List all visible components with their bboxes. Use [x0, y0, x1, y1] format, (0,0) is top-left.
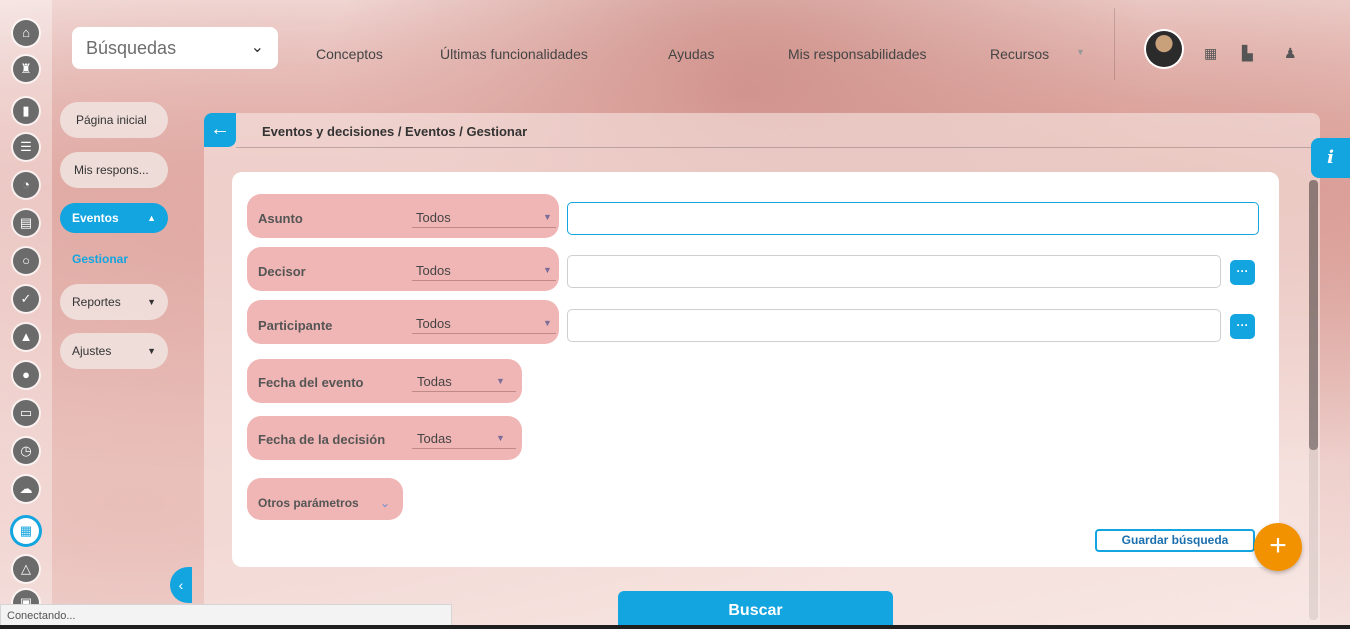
resources-caret-icon[interactable]: ▼: [1076, 47, 1085, 57]
subject-input[interactable]: [567, 202, 1259, 235]
filter-participant-select[interactable]: Todos: [416, 316, 451, 331]
check-icon[interactable]: ✓: [13, 286, 39, 312]
chevron-down-icon[interactable]: ⌄: [380, 496, 390, 510]
search-select-value: Búsquedas: [86, 38, 177, 58]
filter-decider-underline: [412, 280, 556, 281]
map-icon[interactable]: ▙: [1242, 45, 1253, 62]
home-icon[interactable]: ⌂: [13, 20, 39, 46]
filter-decider-label: Decisor: [258, 264, 306, 279]
nav-help[interactable]: Ayudas: [668, 46, 714, 62]
chevron-down-icon[interactable]: ▼: [543, 212, 552, 222]
subnav-responsibilities-label: Mis respons...: [74, 163, 149, 177]
subnav-settings-label: Ajustes: [72, 344, 112, 358]
cycle-icon[interactable]: ○: [13, 248, 39, 274]
subnav-events-label: Eventos: [72, 211, 119, 225]
chevron-down-icon[interactable]: ▼: [496, 376, 505, 386]
calendar-icon[interactable]: ▦: [13, 518, 39, 544]
nav-my-responsibilities[interactable]: Mis responsabilidades: [788, 46, 927, 62]
filter-subject-underline: [412, 227, 556, 228]
top-bar: Búsquedas ⌄ Conceptos Últimas funcionali…: [52, 8, 1350, 80]
filter-event-date-underline: [412, 391, 516, 392]
filter-decision-date-select[interactable]: Todas: [417, 431, 452, 446]
info-button[interactable]: i: [1311, 138, 1350, 178]
save-search-button[interactable]: Guardar búsqueda: [1095, 529, 1255, 552]
toggle-icon[interactable]: ●: [13, 362, 39, 388]
filter-decision-date-underline: [412, 448, 516, 449]
nav-latest-features[interactable]: Últimas funcionalidades: [440, 46, 588, 62]
filter-participant-label: Participante: [258, 318, 333, 333]
calendar-icon[interactable]: ▦: [1204, 45, 1217, 62]
avatar[interactable]: [1146, 31, 1182, 67]
nav-divider: [1114, 8, 1115, 80]
participant-input[interactable]: [567, 309, 1221, 342]
filter-event-date-select[interactable]: Todas: [417, 374, 452, 389]
subnav-home-label: Página inicial: [76, 113, 147, 127]
scrollbar[interactable]: [1309, 180, 1318, 620]
subnav-events[interactable]: Eventos ▲: [60, 203, 168, 233]
document-icon[interactable]: ▤: [13, 210, 39, 236]
chevron-down-icon[interactable]: ▼: [543, 318, 552, 328]
bar-chart-icon[interactable]: ▮: [13, 98, 39, 124]
app-rail: ⌂ ♜ ▮ ☰ ◔ ▤ ○ ✓ ▲ ● ▭ ◷ ☁ ▦ △ ▣: [0, 0, 52, 629]
network-icon[interactable]: △: [13, 556, 39, 582]
filter-participant-underline: [412, 333, 556, 334]
subnav-reports-label: Reportes: [72, 295, 121, 309]
subnav-manage[interactable]: Gestionar: [72, 252, 128, 266]
cloud-icon[interactable]: ☁: [13, 476, 39, 502]
tower-icon[interactable]: ♜: [13, 56, 39, 82]
filter-event-date-label: Fecha del evento: [258, 375, 364, 390]
nav-resources[interactable]: Recursos: [990, 46, 1049, 62]
search-button[interactable]: Buscar: [618, 591, 893, 629]
search-select[interactable]: Búsquedas ⌄: [72, 27, 278, 69]
nav-concepts[interactable]: Conceptos: [316, 46, 383, 62]
filter-subject-label: Asunto: [258, 211, 303, 226]
warning-icon[interactable]: ▲: [13, 324, 39, 350]
subnav-responsibilities[interactable]: Mis respons...: [60, 152, 168, 188]
breadcrumb: Eventos y decisiones / Eventos / Gestion…: [262, 124, 528, 139]
list-icon[interactable]: ☰: [13, 134, 39, 160]
bottom-edge: [0, 625, 1350, 629]
subnav-settings[interactable]: Ajustes ▼: [60, 333, 168, 369]
chevron-down-icon: ⌄: [250, 39, 264, 56]
subnav-reports[interactable]: Reportes ▼: [60, 284, 168, 320]
decider-picker-button[interactable]: ···: [1230, 260, 1255, 285]
chevron-down-icon[interactable]: ▼: [543, 265, 552, 275]
pie-chart-icon[interactable]: ◔: [13, 172, 39, 198]
scrollbar-thumb[interactable]: [1309, 180, 1318, 450]
bell-icon[interactable]: ♟: [1284, 45, 1297, 62]
back-button[interactable]: ←: [204, 113, 236, 147]
chevron-up-icon: ▲: [147, 213, 156, 223]
chevron-down-icon: ▼: [147, 297, 156, 307]
participant-picker-button[interactable]: ···: [1230, 314, 1255, 339]
filter-decision-date-label: Fecha de la decisión: [258, 432, 386, 447]
filter-subject-select[interactable]: Todos: [416, 210, 451, 225]
subnav-home[interactable]: Página inicial: [60, 102, 168, 138]
monitor-icon[interactable]: ▭: [13, 400, 39, 426]
chevron-down-icon: ▼: [147, 346, 156, 356]
chevron-down-icon[interactable]: ▼: [496, 433, 505, 443]
clock-icon[interactable]: ◷: [13, 438, 39, 464]
breadcrumb-divider: [236, 147, 1316, 148]
decider-input[interactable]: [567, 255, 1221, 288]
add-button[interactable]: +: [1254, 523, 1302, 571]
other-params-label: Otros parámetros: [258, 496, 359, 510]
filter-decider-select[interactable]: Todos: [416, 263, 451, 278]
